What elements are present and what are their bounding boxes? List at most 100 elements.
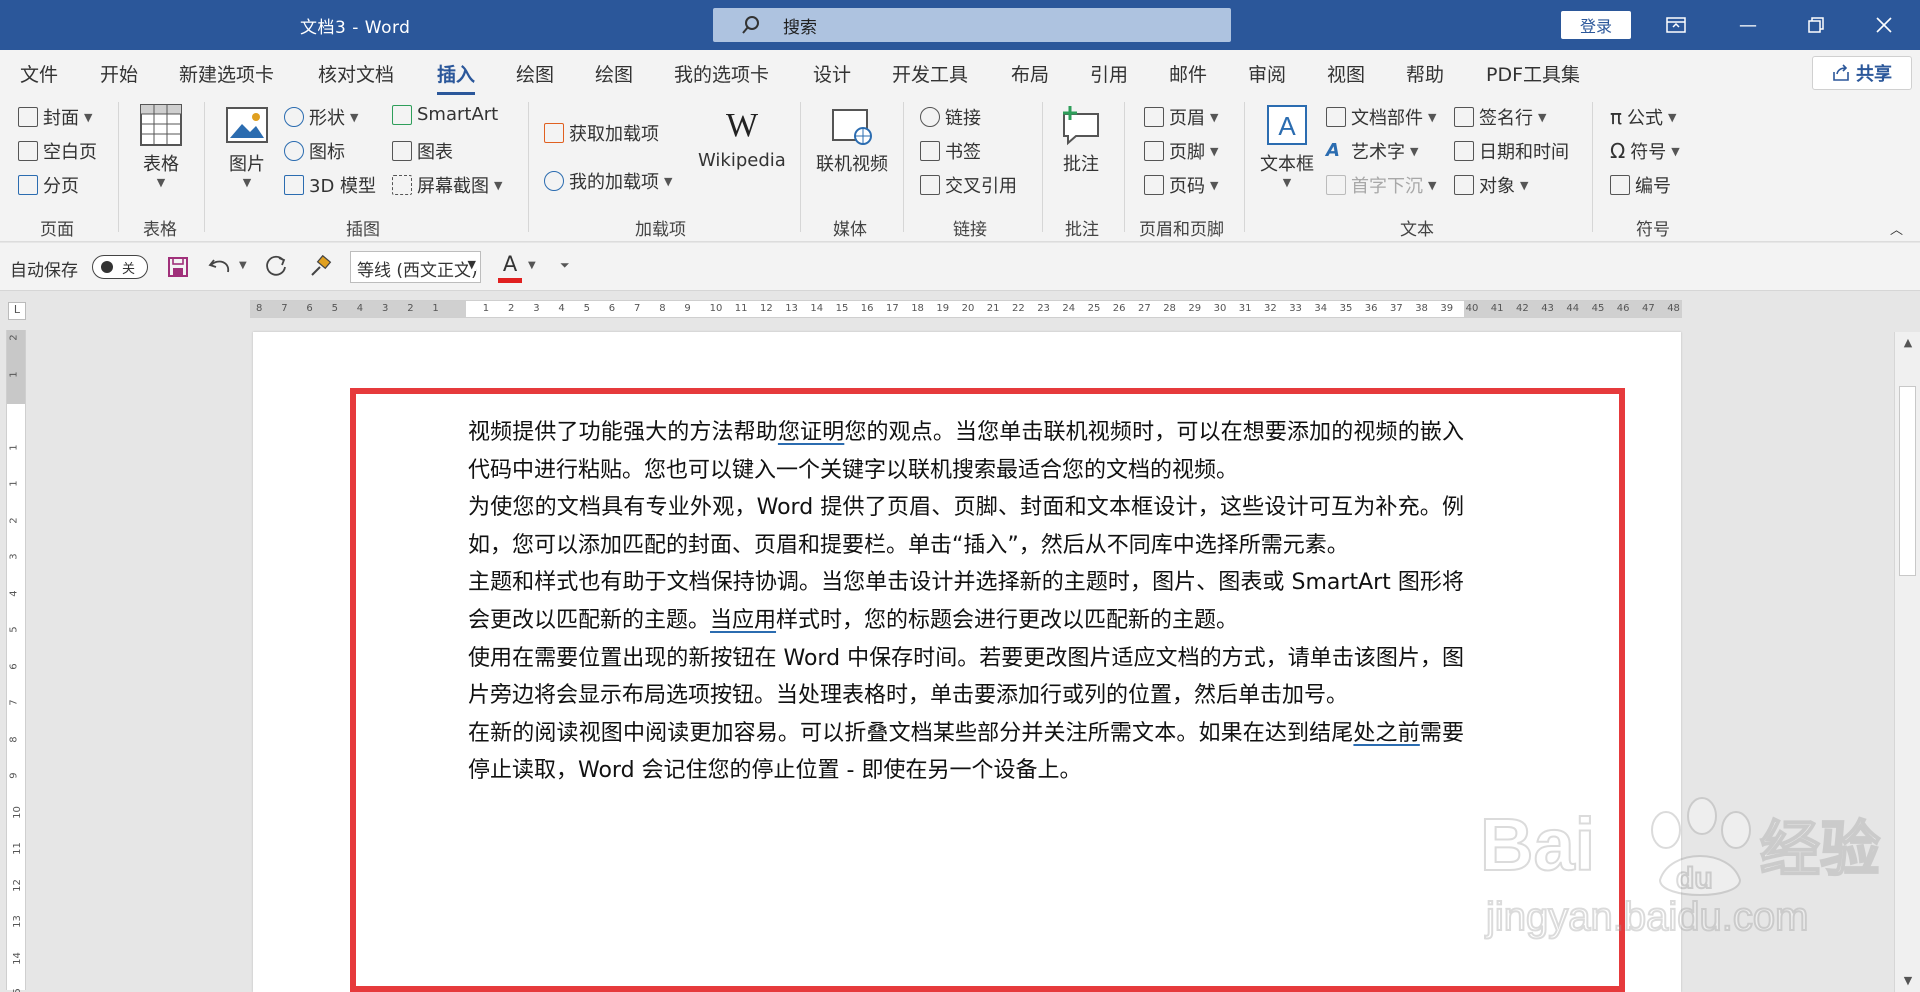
tab-new-tab[interactable]: 新建选项卡 — [179, 60, 274, 87]
drop-cap-button[interactable]: 首字下沉 ▼ — [1326, 172, 1436, 198]
screenshot-button[interactable]: 屏幕截图 ▼ — [392, 172, 502, 198]
picture-button[interactable]: 图片 ▼ — [226, 104, 268, 189]
paragraph[interactable]: 视频提供了功能强大的方法帮助您证明您的观点。当您单击联机视频时，可以在想要添加的… — [468, 414, 1464, 489]
wordart-button[interactable]: A 艺术字 ▼ — [1326, 138, 1418, 164]
comment-button[interactable]: 批注 — [1060, 104, 1102, 176]
tab-help[interactable]: 帮助 — [1406, 60, 1444, 87]
omega-icon: Ω — [1610, 139, 1626, 163]
font-color-button[interactable]: A — [496, 252, 524, 284]
restore-button[interactable] — [1782, 0, 1850, 50]
scroll-down-icon[interactable]: ▼ — [1899, 972, 1917, 990]
font-family-value: 等线 (西文正文) — [357, 261, 478, 281]
chart-icon — [392, 141, 412, 161]
header-button[interactable]: 页眉 ▼ — [1144, 104, 1218, 130]
tab-file[interactable]: 文件 — [20, 60, 58, 87]
online-video-button[interactable]: 联机视频 — [816, 104, 888, 176]
ribbon-display-options-button[interactable] — [1642, 0, 1710, 50]
ruler-number: 9 — [8, 772, 20, 779]
font-color-dropdown-icon[interactable]: ▼ — [528, 260, 536, 271]
wikipedia-button[interactable]: W Wikipedia — [698, 104, 786, 171]
footer-button[interactable]: 页脚 ▼ — [1144, 138, 1218, 164]
redo-icon[interactable] — [265, 255, 289, 279]
3d-model-button[interactable]: 3D 模型 — [284, 172, 376, 198]
ruler-number: 15 — [12, 988, 23, 992]
paragraph[interactable]: 使用在需要位置出现的新按钮在 Word 中保存时间。若要更改图片适应文档的方式，… — [468, 640, 1464, 715]
ruler-number: 13 — [11, 915, 23, 928]
tab-check-doc[interactable]: 核对文档 — [318, 60, 394, 87]
tab-draw-2[interactable]: 绘图 — [595, 60, 633, 87]
symbol-button[interactable]: Ω 符号 ▼ — [1610, 138, 1680, 164]
get-addins-button[interactable]: 获取加载项 — [544, 120, 659, 146]
horizontal-ruler[interactable]: 8 7 6 5 4 3 2 1 1 2 3 4 5 6 7 8 9 10 11 12 13 14 15 16 17 18 19 20 2… — [250, 300, 1682, 318]
format-painter-icon[interactable] — [308, 255, 332, 279]
search-box[interactable]: 搜索 — [713, 8, 1231, 42]
tab-design[interactable]: 设计 — [813, 60, 851, 87]
customize-toolbar-icon[interactable]: ⏷ — [560, 258, 570, 273]
font-family-select[interactable]: 等线 (西文正文) ▼ — [350, 251, 481, 283]
numbering-button[interactable]: 编号 — [1610, 172, 1671, 198]
scroll-thumb[interactable] — [1899, 386, 1916, 576]
shapes-icon — [284, 107, 304, 127]
blank-page-button[interactable]: 空白页 — [18, 138, 97, 164]
login-button[interactable]: 登录 — [1561, 11, 1631, 39]
bookmark-button[interactable]: 书签 — [920, 138, 981, 164]
tab-view[interactable]: 视图 — [1327, 60, 1365, 87]
shapes-button[interactable]: 形状 ▼ — [284, 104, 358, 130]
page-break-button[interactable]: 分页 — [18, 172, 79, 198]
group-label-comments: 批注 — [1065, 220, 1099, 240]
share-button[interactable]: 共享 — [1812, 56, 1912, 90]
paragraph[interactable]: 为使您的文档具有专业外观，Word 提供了页眉、页脚、封面和文本框设计，这些设计… — [468, 489, 1464, 564]
paragraph[interactable]: 在新的阅读视图中阅读更加容易。可以折叠文档某些部分并关注所需文本。如果在达到结尾… — [468, 715, 1464, 790]
scroll-up-icon[interactable]: ▲ — [1899, 334, 1917, 352]
tab-home[interactable]: 开始 — [100, 60, 138, 87]
tab-my-tab[interactable]: 我的选项卡 — [674, 60, 769, 87]
table-button[interactable]: 表格 ▼ — [140, 104, 182, 189]
chart-button[interactable]: 图表 — [392, 138, 453, 164]
ruler-number: 5 — [8, 626, 20, 633]
vertical-scrollbar[interactable]: ▲ ▼ — [1894, 332, 1920, 992]
autosave-state: 关 — [122, 261, 136, 277]
tab-review[interactable]: 审阅 — [1248, 60, 1286, 87]
group-separator — [1592, 102, 1593, 232]
undo-dropdown-icon[interactable]: ▼ — [239, 260, 247, 271]
page-number-button[interactable]: 页码 ▼ — [1144, 172, 1218, 198]
tab-draw-1[interactable]: 绘图 — [516, 60, 554, 87]
close-button[interactable] — [1850, 0, 1918, 50]
ruler-number: 9 — [684, 303, 691, 314]
date-time-button[interactable]: 日期和时间 — [1454, 138, 1569, 164]
bookmark-icon — [920, 141, 940, 161]
save-icon[interactable] — [167, 256, 189, 278]
title-bar: 文档3 - Word 搜索 登录 — — [0, 0, 1920, 50]
tab-insert[interactable]: 插入 — [437, 60, 476, 95]
object-button[interactable]: 对象 ▼ — [1454, 172, 1528, 198]
tab-layout[interactable]: 布局 — [1011, 60, 1049, 87]
tab-references[interactable]: 引用 — [1090, 60, 1128, 87]
link-button[interactable]: 链接 — [920, 104, 981, 130]
tab-mailings[interactable]: 邮件 — [1169, 60, 1207, 87]
equation-button[interactable]: π 公式 ▼ — [1610, 104, 1677, 130]
document-body[interactable]: 视频提供了功能强大的方法帮助您证明您的观点。当您单击联机视频时，可以在想要添加的… — [468, 414, 1464, 790]
text-box-button[interactable]: A 文本框 ▼ — [1260, 104, 1314, 189]
online-video-label: 联机视频 — [816, 154, 888, 175]
minimize-button[interactable]: — — [1714, 0, 1782, 50]
autosave-toggle[interactable]: 关 — [92, 255, 148, 279]
undo-icon[interactable] — [208, 256, 232, 278]
quick-parts-button[interactable]: 文档部件 ▼ — [1326, 104, 1436, 130]
vertical-ruler[interactable]: 211123456789101112131415 — [6, 330, 26, 992]
paragraph[interactable]: 主题和样式也有助于文档保持协调。当您单击设计并选择新的主题时，图片、图表或 Sm… — [468, 564, 1464, 639]
cross-reference-button[interactable]: 交叉引用 — [920, 172, 1017, 198]
chevron-down-icon: ▼ — [1671, 144, 1680, 158]
tab-selector[interactable]: L — [8, 302, 26, 320]
tab-developer[interactable]: 开发工具 — [892, 60, 968, 87]
collapse-ribbon-button[interactable]: ︿ — [1890, 219, 1903, 238]
cover-page-button[interactable]: 封面 ▼ — [18, 104, 92, 130]
group-separator — [903, 102, 904, 232]
my-addins-button[interactable]: 我的加载项 ▼ — [544, 168, 672, 194]
tab-pdf-tools[interactable]: PDF工具集 — [1486, 60, 1580, 87]
icons-button[interactable]: 图标 — [284, 138, 345, 164]
signature-line-button[interactable]: 签名行 ▼ — [1454, 104, 1546, 130]
restore-icon — [1808, 17, 1824, 33]
chevron-down-icon: ▼ — [1410, 144, 1419, 158]
ruler-number: 3 — [533, 303, 540, 314]
smartart-button[interactable]: SmartArt — [392, 104, 498, 125]
